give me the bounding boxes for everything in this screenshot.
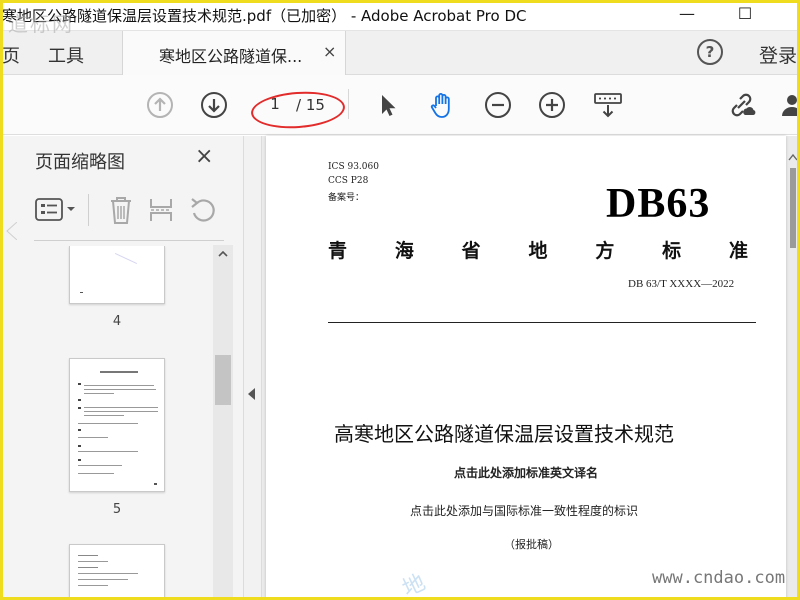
heading-char: 准 — [728, 240, 748, 262]
thumbnail-options-icon[interactable] — [34, 196, 78, 224]
heading-char: 省 — [461, 240, 481, 262]
tab-document-label: 寒地区公路隧道保... — [159, 47, 303, 66]
thumbnail-pane: 页面缩略图 × 4 5 — [0, 136, 244, 600]
maximize-button[interactable]: ☐ — [730, 2, 760, 26]
select-cursor-icon[interactable] — [374, 91, 402, 119]
watermark-logo-top: 道标网 — [8, 12, 74, 36]
thumbnail-scrollbar[interactable] — [213, 245, 233, 600]
rotate-icon[interactable] — [188, 195, 218, 225]
thumbnail-page-5[interactable] — [69, 358, 165, 492]
extract-pages-icon[interactable] — [148, 195, 174, 225]
toolbar-divider — [348, 89, 349, 119]
zoom-in-icon[interactable] — [538, 91, 566, 119]
minimize-button[interactable]: — — [672, 2, 702, 26]
ccs-code: CCS P28 — [328, 176, 369, 186]
document-scrollbar[interactable] — [788, 152, 798, 252]
province-standard-heading: 青 海 省 地 方 标 准 — [328, 236, 748, 263]
thumbnail-label-5: 5 — [112, 502, 122, 517]
pane-toolbar — [34, 192, 224, 228]
heading-char: 标 — [662, 240, 682, 262]
scrollbar-thumb[interactable] — [215, 355, 231, 405]
consistency-placeholder[interactable]: 点击此处添加与国际标准一致性程度的标识 — [410, 502, 638, 519]
english-title-placeholder[interactable]: 点击此处添加标准英文译名 — [454, 464, 598, 481]
draft-stage: （报批稿） — [504, 538, 559, 551]
pane-title: 页面缩略图 — [35, 152, 125, 173]
toolbar: 1 / 15 — [0, 75, 800, 135]
prev-page-icon[interactable] — [146, 91, 174, 119]
thumbnail-page-4[interactable] — [69, 246, 165, 304]
zoom-out-icon[interactable] — [484, 91, 512, 119]
tab-bar: 页 工具 寒地区公路隧道保... × ? 登录 — [0, 31, 800, 75]
trash-icon[interactable] — [108, 195, 134, 225]
close-pane-icon[interactable]: × — [195, 144, 213, 169]
record-number: 备案号： — [328, 193, 365, 203]
thumbnail-label-4: 4 — [112, 314, 122, 329]
tab-home[interactable]: 页 — [2, 42, 20, 68]
account-icon[interactable] — [778, 91, 800, 119]
heading-char: 海 — [394, 240, 414, 262]
thumbnail-page-6[interactable] — [69, 544, 165, 600]
pane-notch-icon — [6, 222, 17, 240]
tab-document[interactable]: 寒地区公路隧道保... × — [122, 31, 346, 75]
close-tab-icon[interactable]: × — [323, 42, 336, 61]
heading-char: 地 — [528, 240, 548, 262]
hand-tool-icon[interactable] — [428, 91, 456, 119]
collapse-pane-icon[interactable] — [248, 388, 255, 400]
standard-code: DB63 — [606, 181, 711, 227]
thumbnail-list: 4 5 — [34, 246, 234, 600]
pane-divider — [34, 240, 224, 241]
document-page: ICS 93.060 CCS P28 备案号： DB63 青 海 省 地 方 标… — [266, 136, 786, 600]
document-title: 高寒地区公路隧道保温层设置技术规范 — [334, 422, 674, 446]
help-icon[interactable]: ? — [697, 39, 723, 65]
scroll-up-icon[interactable] — [218, 251, 228, 257]
ics-code: ICS 93.060 — [328, 162, 379, 172]
window-title: 寒地区公路隧道保温层设置技术规范.pdf（已加密） - Adobe Acroba… — [2, 7, 527, 25]
document-viewer: ICS 93.060 CCS P28 备案号： DB63 青 海 省 地 方 标… — [262, 136, 800, 600]
title-bar: 寒地区公路隧道保温层设置技术规范.pdf（已加密） - Adobe Acroba… — [0, 0, 800, 31]
next-page-icon[interactable] — [200, 91, 228, 119]
share-link-icon[interactable] — [728, 91, 756, 119]
pane-toolbar-divider — [88, 194, 89, 226]
watermark-url: www.cndao.com — [652, 568, 786, 588]
heading-char: 方 — [595, 240, 615, 262]
pane-collapse-strip[interactable] — [244, 136, 262, 600]
heading-char: 青 — [328, 240, 348, 262]
keyboard-scroll-icon[interactable] — [593, 91, 623, 119]
header-rule — [328, 322, 756, 323]
login-button[interactable]: 登录 — [759, 41, 797, 68]
tab-tools[interactable]: 工具 — [48, 42, 84, 68]
standard-number: DB 63/T XXXX—2022 — [628, 278, 735, 290]
